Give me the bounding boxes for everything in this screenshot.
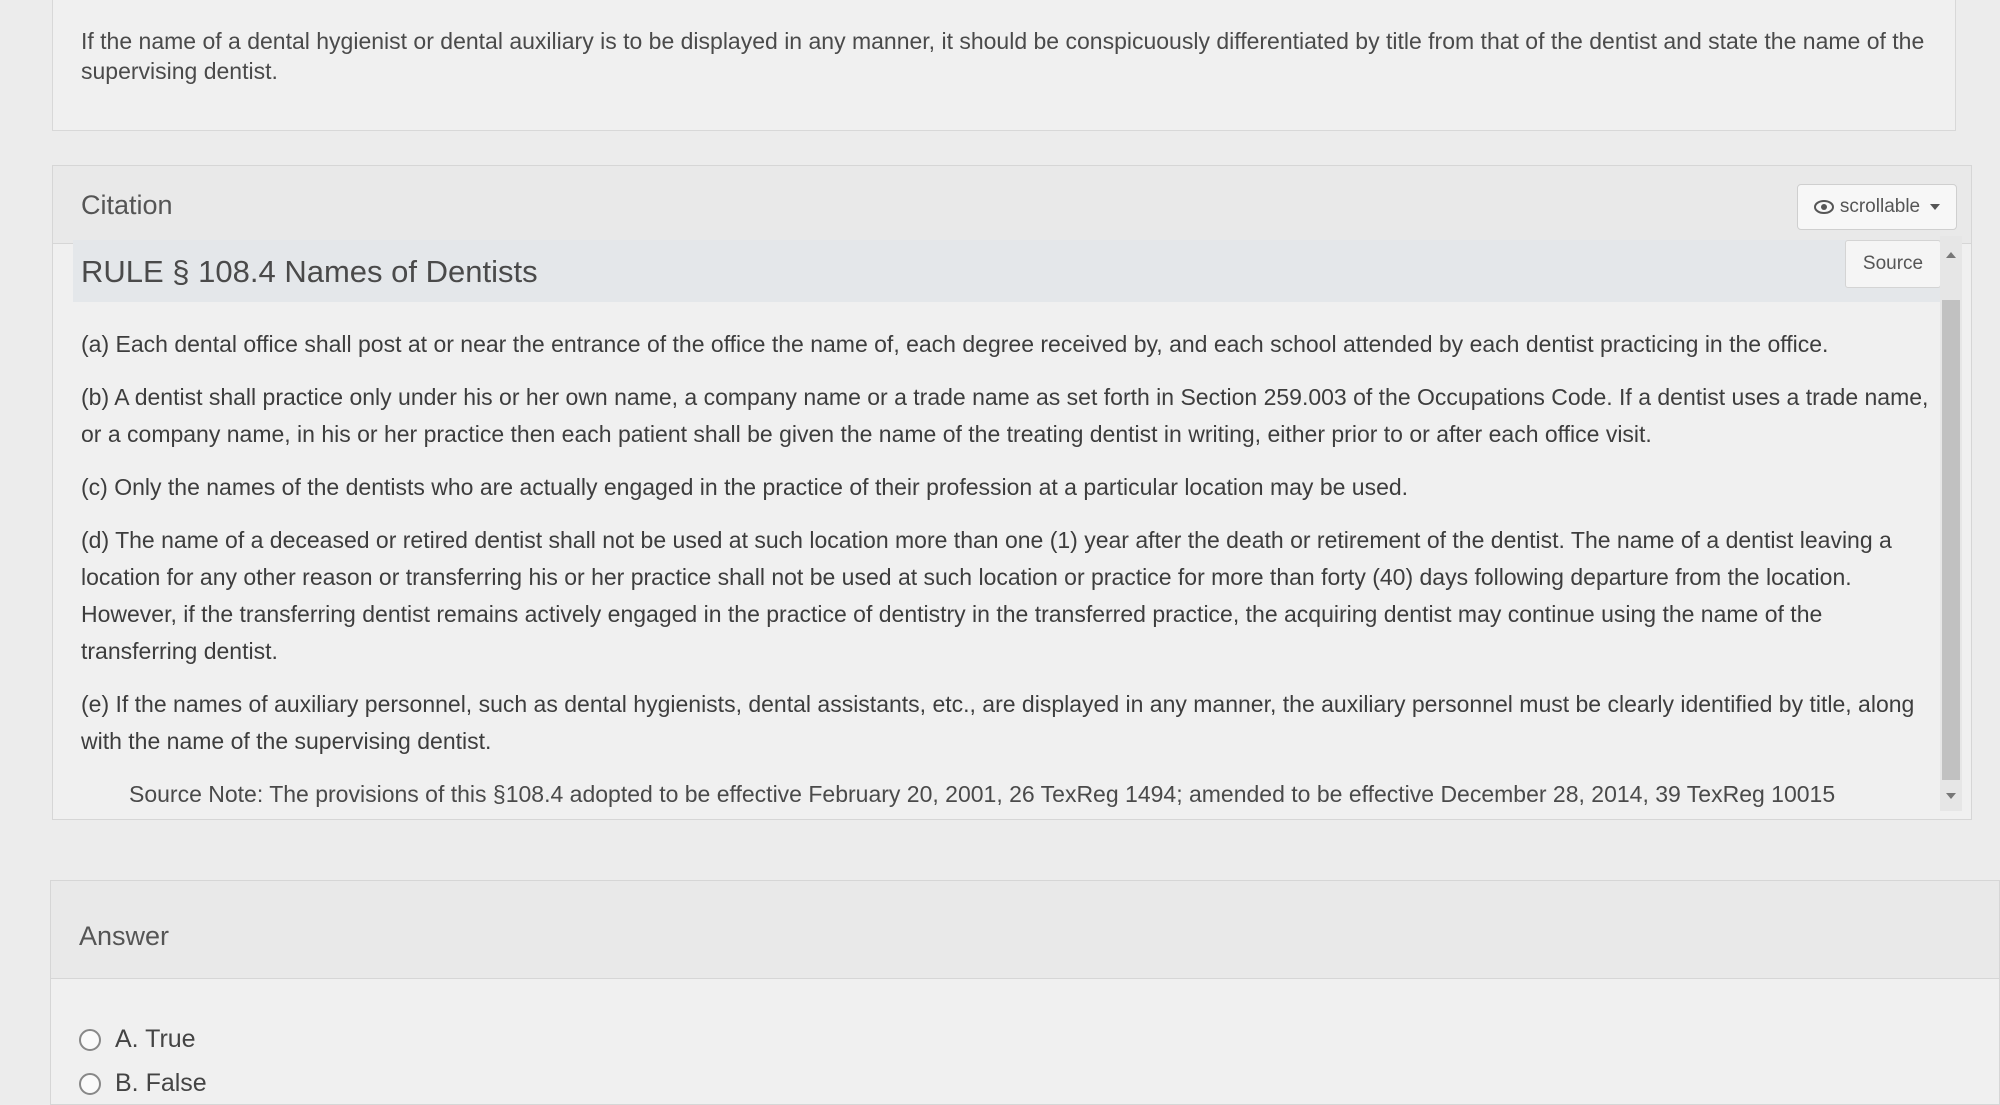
question-text: If the name of a dental hygienist or den… [81,28,1925,84]
citation-scrollbar[interactable] [1940,236,1962,811]
rule-paragraph-a: (a) Each dental office shall post at or … [81,331,1829,357]
rule-paragraph-d: (d) The name of a deceased or retired de… [81,527,1892,664]
answer-option-true[interactable]: A. True [79,1025,196,1054]
citation-header: Citation scrollable [53,166,1971,244]
rule-title-bar: RULE § 108.4 Names of Dentists Source [73,240,1941,302]
radio-button-true[interactable] [79,1028,101,1051]
rule-paragraph-c: (c) Only the names of the dentists who a… [81,474,1409,500]
scroll-up-arrow-icon[interactable] [1946,252,1956,258]
rule-body: (a) Each dental office shall post at or … [81,326,1931,829]
radio-button-false[interactable] [79,1072,101,1095]
rule-title: RULE § 108.4 Names of Dentists [81,254,538,289]
source-note: Source Note: The provisions of this §108… [129,781,1836,807]
rule-paragraph-e: (e) If the names of auxiliary personnel,… [81,691,1915,754]
caret-down-icon [1930,204,1941,210]
answer-option-label: B. False [115,1069,207,1097]
rule-paragraph-b: (b) A dentist shall practice only under … [81,384,1929,447]
source-button[interactable]: Source [1845,240,1941,288]
answer-option-false[interactable]: B. False [79,1069,207,1098]
citation-title: Citation [81,190,173,220]
answer-header: Answer [51,881,1999,979]
answer-title: Answer [79,921,170,951]
answer-card: Answer A. True B. False [50,880,2000,1105]
scrollable-toggle-button[interactable]: scrollable [1797,184,1957,230]
scroll-down-arrow-icon[interactable] [1946,793,1956,799]
citation-card: Citation scrollable RULE § 108.4 Names o… [52,165,1972,820]
scrollable-label: scrollable [1839,196,1921,217]
answer-option-label: A. True [115,1025,196,1053]
question-card: If the name of a dental hygienist or den… [52,0,1956,131]
scrollbar-thumb[interactable] [1942,300,1960,780]
eye-icon [1813,200,1834,214]
